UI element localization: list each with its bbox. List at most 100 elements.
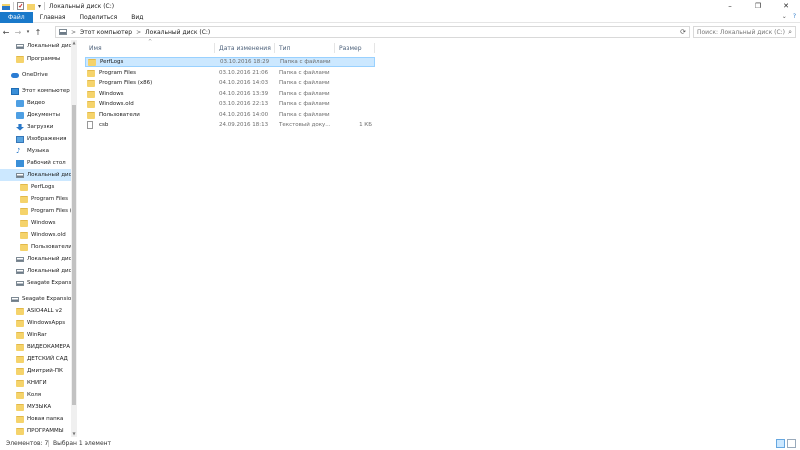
nav-scrollbar-thumb[interactable]: [72, 105, 76, 405]
customize-toolbar-icon[interactable]: ▾: [38, 3, 41, 10]
nav-item-new-folder[interactable]: Новая папка: [16, 413, 63, 425]
folder-icon: [20, 219, 28, 227]
tab-view[interactable]: Вид: [124, 12, 150, 23]
nav-item-local-disk-2[interactable]: Локальный дис: [16, 253, 72, 265]
breadcrumb-separator[interactable]: >: [71, 29, 76, 36]
tab-share[interactable]: Поделиться: [73, 12, 125, 23]
search-box: ⌕: [693, 26, 796, 38]
search-icon[interactable]: ⌕: [788, 28, 795, 37]
tab-file[interactable]: Файл: [0, 11, 33, 23]
nav-item-label: Seagate Expansi: [27, 280, 73, 286]
file-date: 03.10.2016 21:06: [219, 70, 269, 76]
column-divider[interactable]: [214, 43, 215, 53]
nav-item-music[interactable]: ♪ Музыка: [16, 145, 49, 157]
column-divider[interactable]: [274, 43, 275, 53]
nav-item-documents[interactable]: Документы: [16, 109, 60, 121]
nav-item-programs[interactable]: Программы: [16, 53, 60, 65]
address-bar[interactable]: > Этот компьютер > Локальный диск (C:) ⟳: [55, 26, 690, 38]
breadcrumb-separator[interactable]: >: [136, 29, 141, 36]
toolbar-divider: [44, 2, 46, 10]
file-type: Папка с файлами: [279, 91, 330, 97]
nav-item-this-pc[interactable]: Этот компьютер: [11, 85, 70, 97]
folder-icon: [20, 195, 28, 203]
file-row[interactable]: Пользователи 04.10.2016 14:00 Папка с фа…: [85, 110, 375, 120]
expand-ribbon-icon[interactable]: ⌄: [782, 13, 787, 20]
forward-button[interactable]: →: [12, 25, 24, 39]
folder-icon: [16, 307, 24, 315]
nav-item-label: Музыка: [27, 148, 49, 154]
column-header-type[interactable]: Тип: [279, 42, 291, 54]
nav-item-downloads[interactable]: Загрузки: [16, 121, 53, 133]
folder-icon: [16, 355, 24, 363]
large-icons-view-icon[interactable]: [787, 439, 796, 448]
properties-icon[interactable]: [17, 2, 24, 10]
file-type: Папка с файлами: [279, 70, 330, 76]
folder-icon: [87, 69, 95, 77]
column-divider[interactable]: [374, 43, 375, 53]
column-header-name[interactable]: Имя: [89, 42, 102, 54]
nav-item-books[interactable]: КНИГИ: [16, 377, 47, 389]
nav-item-desktop[interactable]: Рабочий стол: [16, 157, 66, 169]
file-row[interactable]: Windows 04.10.2016 13:39 Папка с файлами: [85, 89, 375, 99]
file-row[interactable]: Program Files 03.10.2016 21:06 Папка с ф…: [85, 68, 375, 78]
maximize-button[interactable]: ❐: [744, 0, 772, 12]
file-name: Program Files: [99, 70, 137, 76]
selection-count: Выбран 1 элемент: [53, 440, 112, 447]
nav-item-windows[interactable]: Windows: [20, 217, 56, 229]
column-header-size[interactable]: Размер: [339, 42, 362, 54]
refresh-icon[interactable]: ⟳: [680, 28, 686, 36]
back-button[interactable]: ←: [0, 25, 12, 39]
nav-scrollbar[interactable]: ▲ ▼: [71, 40, 77, 437]
view-switcher: [776, 439, 796, 448]
file-row[interactable]: PerfLogs 03.10.2016 18:29 Папка с файлам…: [85, 57, 375, 67]
nav-item-seagate-expansion[interactable]: Seagate Expansion: [11, 293, 75, 305]
folder-icon: [16, 319, 24, 327]
nav-item-program-files-x86[interactable]: Program Files (: [20, 205, 72, 217]
file-row[interactable]: csb 24.09.2016 18:13 Текстовый доку... 1…: [85, 120, 375, 130]
nav-item-music-folder[interactable]: МУЗЫКА: [16, 401, 51, 413]
nav-item-label: Windows: [31, 220, 56, 226]
nav-item-winrar[interactable]: WinRar: [16, 329, 47, 341]
file-row[interactable]: Program Files (x86) 04.10.2016 14:03 Пап…: [85, 78, 375, 88]
recent-locations-button[interactable]: ▾: [24, 25, 32, 39]
nav-item-users[interactable]: Пользователи: [20, 241, 72, 253]
close-button[interactable]: ✕: [772, 0, 800, 12]
file-row[interactable]: Windows.old 03.10.2016 22:13 Папка с фай…: [85, 99, 375, 109]
nav-item-asio4all[interactable]: ASIO4ALL v2: [16, 305, 62, 317]
nav-item-perflogs[interactable]: PerfLogs: [20, 181, 54, 193]
nav-item-video[interactable]: Видео: [16, 97, 45, 109]
file-name: Windows: [99, 91, 124, 97]
nav-item-pictures[interactable]: Изображения: [16, 133, 66, 145]
nav-item-label: Program Files: [31, 196, 69, 202]
breadcrumb-this-pc[interactable]: Этот компьютер: [80, 29, 132, 36]
nav-item-dmitry-pc[interactable]: Дмитрий-ПК: [16, 365, 63, 377]
help-icon[interactable]: ?: [793, 13, 796, 20]
nav-item-windowsapps[interactable]: WindowsApps: [16, 317, 65, 329]
nav-item-program-files[interactable]: Program Files: [20, 193, 68, 205]
up-button[interactable]: ↑: [32, 25, 44, 39]
column-header-date[interactable]: Дата изменения: [219, 42, 271, 54]
explorer-icon[interactable]: [2, 3, 10, 10]
nav-item-local-disk-3[interactable]: Локальный дис: [16, 265, 72, 277]
nav-item-programs-folder[interactable]: ПРОГРАММЫ: [16, 425, 64, 437]
nav-item-videocamera[interactable]: ВИДЕОКАМЕРА: [16, 341, 70, 353]
breadcrumb-local-disk[interactable]: Локальный диск (C:): [145, 29, 210, 36]
nav-item-seagate-drive[interactable]: Seagate Expansi: [16, 277, 73, 289]
nav-item-windows-old[interactable]: Windows.old: [20, 229, 66, 241]
nav-item-local-disk-c[interactable]: Локальный диск: [0, 169, 75, 181]
file-type: Папка с файлами: [280, 59, 331, 65]
nav-item-kindergarten[interactable]: ДЕТСКИЙ САД: [16, 353, 68, 365]
folder-icon: [87, 79, 95, 87]
nav-item-kolya[interactable]: Коля: [16, 389, 41, 401]
nav-item-local-disk[interactable]: Локальный дис: [16, 40, 72, 52]
new-folder-icon[interactable]: [27, 3, 35, 10]
minimize-button[interactable]: –: [716, 0, 744, 12]
nav-item-onedrive[interactable]: OneDrive: [11, 69, 48, 81]
column-divider[interactable]: [334, 43, 335, 53]
tab-home[interactable]: Главная: [33, 12, 73, 23]
pictures-icon: [16, 135, 24, 143]
scroll-up-icon[interactable]: ▲: [71, 40, 77, 46]
search-input[interactable]: [697, 28, 785, 36]
file-date: 04.10.2016 13:39: [219, 91, 269, 97]
details-view-icon[interactable]: [776, 439, 785, 448]
